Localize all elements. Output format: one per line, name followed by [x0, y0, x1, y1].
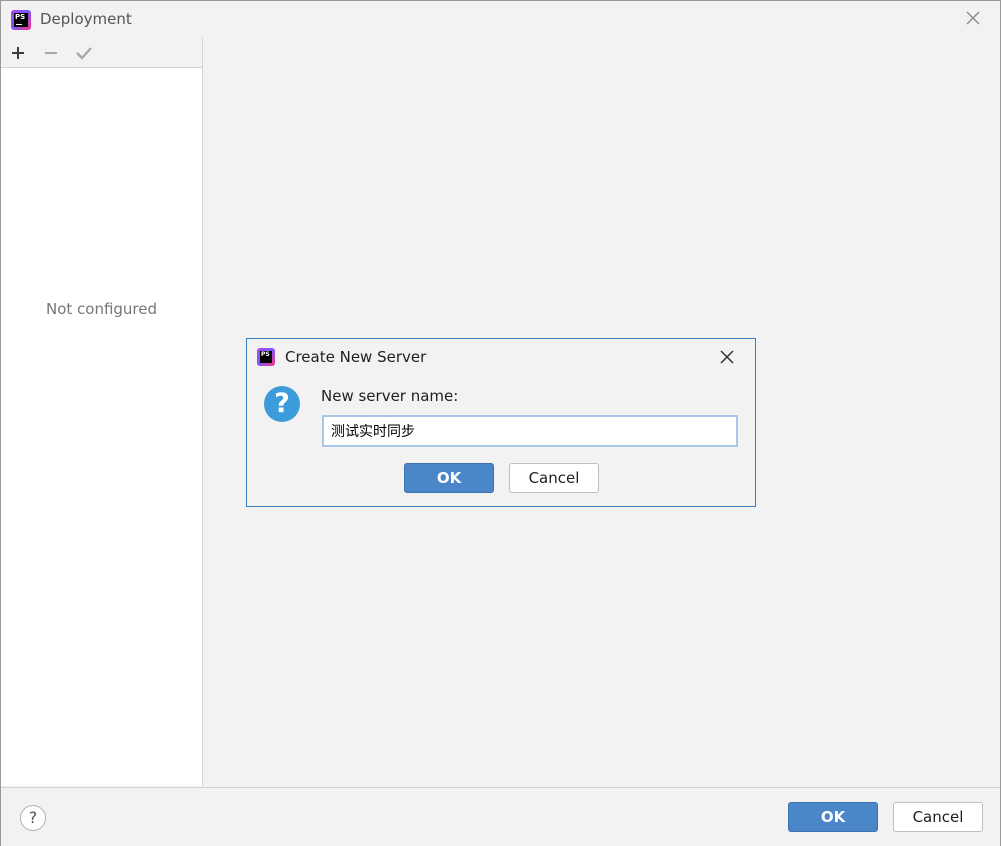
- create-server-dialog: PS Create New Server ? New server name: …: [246, 338, 756, 507]
- phpstorm-app-icon: PS: [11, 10, 31, 30]
- minus-icon[interactable]: [40, 42, 62, 64]
- title-bar: PS Deployment: [1, 1, 1000, 38]
- ok-button[interactable]: OK: [788, 802, 878, 832]
- dialog-cancel-button[interactable]: Cancel: [509, 463, 599, 493]
- dialog-footer: ? OK Cancel: [1, 787, 1000, 846]
- question-icon: ?: [264, 386, 300, 422]
- server-list[interactable]: Not configured: [1, 68, 203, 786]
- deployment-window: PS Deployment Not configured ? OK Cancel…: [0, 0, 1001, 846]
- server-name-label: New server name:: [321, 387, 459, 405]
- phpstorm-app-icon: PS: [257, 348, 275, 366]
- check-icon[interactable]: [73, 42, 95, 64]
- panel-divider: [202, 38, 203, 68]
- help-button[interactable]: ?: [20, 805, 46, 831]
- window-title: Deployment: [40, 10, 132, 28]
- close-icon[interactable]: [719, 349, 735, 365]
- empty-state-text: Not configured: [45, 300, 158, 318]
- close-icon[interactable]: [964, 9, 982, 27]
- app-icon-text: PS: [15, 13, 26, 21]
- server-list-toolbar: [1, 38, 202, 68]
- server-name-input[interactable]: [322, 415, 738, 447]
- dialog-app-icon-text: PS: [261, 351, 270, 358]
- dialog-ok-button[interactable]: OK: [404, 463, 494, 493]
- plus-icon[interactable]: [7, 42, 29, 64]
- cancel-button[interactable]: Cancel: [893, 802, 983, 832]
- dialog-title: Create New Server: [285, 348, 427, 366]
